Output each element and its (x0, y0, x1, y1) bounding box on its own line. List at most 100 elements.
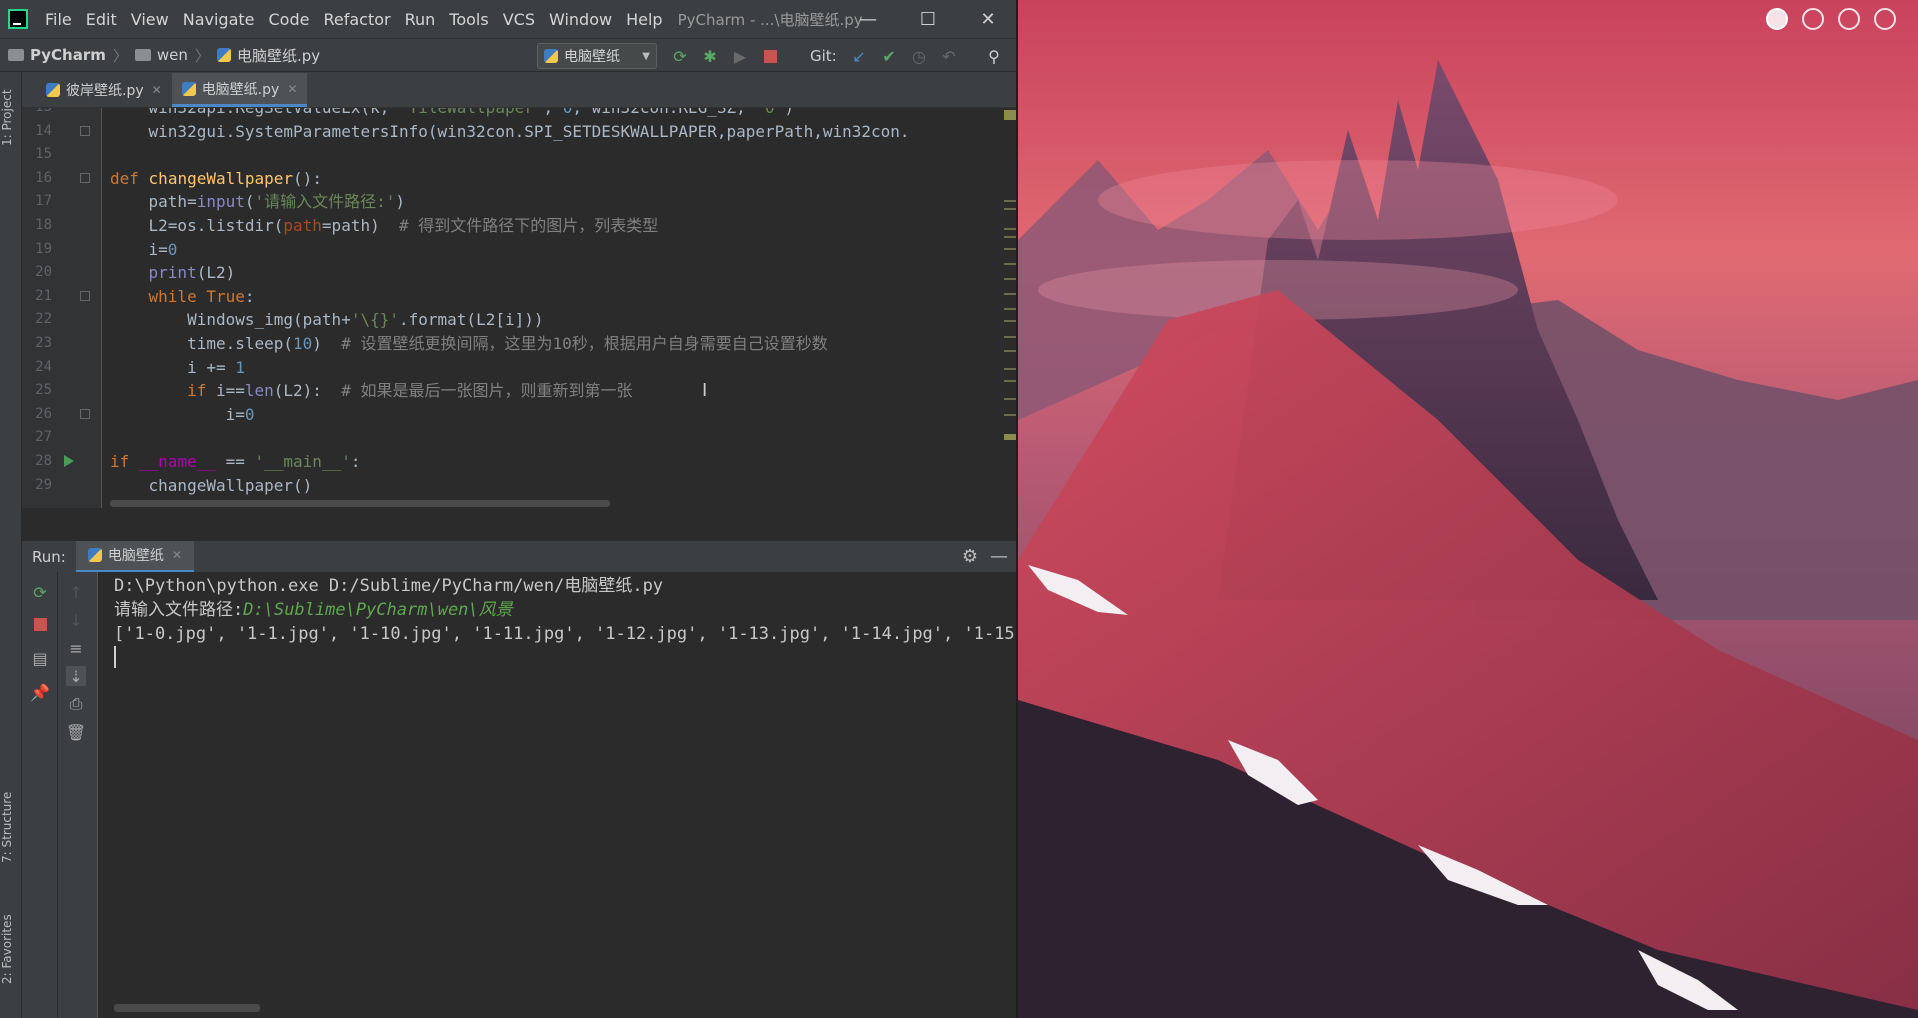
menu-run[interactable]: Run (398, 10, 443, 29)
breadcrumb-separator: 〉 (112, 46, 128, 65)
trash-icon[interactable]: 🗑 (66, 722, 86, 742)
pin-icon[interactable]: 📌 (30, 682, 50, 702)
close-icon[interactable]: ✕ (287, 82, 297, 96)
menu-file[interactable]: File (38, 10, 79, 29)
code-line-13[interactable]: 13 win32api.RegSetValueEx(k, 'TileWallpa… (22, 108, 1018, 120)
hide-panel-icon[interactable]: — (990, 546, 1008, 567)
tray-refresh-icon[interactable] (1802, 8, 1824, 30)
layout-icon[interactable]: ▤ (30, 648, 50, 668)
left-tool-stripe: 1: Project 7: Structure 2: Favorites (0, 72, 22, 1018)
breadcrumb-file[interactable]: 电脑壁纸.py (213, 45, 324, 66)
code-line-29[interactable]: 29 changeWallpaper() (22, 474, 1018, 498)
code-line-17[interactable]: 17 path=input('请输入文件路径:') (22, 190, 1018, 214)
code-line-24[interactable]: 24 i += 1 (22, 356, 1018, 380)
menu-edit[interactable]: Edit (79, 10, 124, 29)
console-output-line: ['1-0.jpg', '1-1.jpg', '1-10.jpg', '1-11… (114, 624, 1018, 644)
breadcrumb-project-label: PyCharm (30, 46, 106, 64)
menu-vcs[interactable]: VCS (496, 10, 542, 29)
code-line-20[interactable]: 20 print(L2) (22, 261, 1018, 285)
line-number: 27 (35, 429, 52, 446)
console-command-line: D:\Python\python.exe D:/Sublime/PyCharm/… (114, 576, 664, 596)
line-number: 25 (35, 382, 52, 399)
tab-bian-wallpaper[interactable]: 彼岸壁纸.py ✕ (36, 73, 172, 107)
code-line-14[interactable]: 14 win32gui.SystemParametersInfo(win32co… (22, 120, 1018, 144)
fold-marker-icon[interactable] (80, 125, 90, 136)
coverage-icon[interactable]: ▶ (731, 47, 749, 66)
code-line-19[interactable]: 19 i=0 (22, 238, 1018, 262)
run-toolbar-primary: ⟳ ▤ 📌 (22, 572, 58, 1018)
breadcrumb-project[interactable]: PyCharm (0, 46, 110, 64)
run-console[interactable]: D:\Python\python.exe D:/Sublime/PyCharm/… (98, 572, 1018, 1018)
scroll-down-icon[interactable]: ↓ (66, 610, 86, 630)
code-line-16[interactable]: 16 def changeWallpaper(): (22, 167, 1018, 191)
run-gutter-icon[interactable] (64, 455, 74, 467)
line-number: 14 (35, 122, 52, 139)
run-configuration-dropdown[interactable]: 电脑壁纸 ▼ (537, 43, 657, 69)
git-history-icon[interactable]: ◷ (910, 47, 928, 66)
close-icon[interactable]: ✕ (172, 548, 182, 562)
git-revert-icon[interactable]: ↶ (940, 47, 958, 66)
soft-wrap-icon[interactable]: ≡ (66, 638, 86, 658)
code-line-15[interactable]: 15 (22, 143, 1018, 167)
print-icon[interactable]: ⎙ (66, 694, 86, 714)
menu-help[interactable]: Help (619, 10, 669, 29)
fold-marker-icon[interactable] (80, 290, 90, 301)
run-configuration-label: 电脑壁纸 (564, 49, 620, 65)
code-text: win32gui.SystemParametersInfo(win32con.S… (110, 121, 910, 141)
run-panel-label: Run: (32, 547, 66, 566)
breadcrumb-separator: 〉 (194, 46, 210, 65)
code-line-25[interactable]: 25 if i==len(L2): # 如果是最后一张图片，则重新到第一张 (22, 379, 1018, 403)
close-button[interactable]: ✕ (958, 0, 1018, 38)
debug-icon[interactable]: ✱ (701, 47, 719, 66)
close-icon[interactable]: ✕ (152, 83, 162, 97)
line-number: 16 (35, 169, 52, 186)
search-icon[interactable]: ⚲ (985, 47, 1003, 66)
stop-icon[interactable] (761, 47, 779, 65)
tray-weibo-icon[interactable] (1874, 8, 1896, 30)
rerun-icon[interactable]: ⟳ (671, 47, 689, 66)
menu-bar: File Edit View Navigate Code Refactor Ru… (0, 0, 1018, 38)
fold-marker-icon[interactable] (80, 408, 90, 419)
breadcrumb-folder[interactable]: wen (131, 46, 192, 64)
code-line-26[interactable]: 26 i=0 (22, 403, 1018, 427)
fold-marker-icon[interactable] (80, 172, 90, 183)
code-editor[interactable]: 13 win32api.RegSetValueEx(k, 'TileWallpa… (22, 108, 1018, 508)
code-line-27[interactable]: 27 (22, 426, 1018, 450)
scroll-to-end-icon[interactable]: ⇣ (66, 666, 86, 686)
tray-pause-icon[interactable] (1838, 8, 1860, 30)
menu-code[interactable]: Code (262, 10, 317, 29)
favorites-tool-tab[interactable]: 2: Favorites (0, 902, 22, 997)
scroll-up-icon[interactable]: ↑ (66, 582, 86, 602)
project-tool-tab[interactable]: 1: Project (0, 78, 22, 158)
menu-tools[interactable]: Tools (442, 10, 495, 29)
editor-horizontal-scrollbar[interactable] (110, 500, 610, 507)
maximize-button[interactable]: ☐ (898, 0, 958, 38)
tray-app-icon[interactable] (1766, 8, 1788, 30)
menu-refactor[interactable]: Refactor (316, 10, 397, 29)
run-tab[interactable]: 电脑壁纸 ✕ (75, 540, 194, 573)
minimize-button[interactable]: — (838, 0, 898, 38)
code-line-28[interactable]: 28 if __name__ == '__main__': (22, 450, 1018, 474)
line-number: 17 (35, 193, 52, 210)
folder-icon (8, 49, 24, 61)
menu-navigate[interactable]: Navigate (176, 10, 262, 29)
code-line-23[interactable]: 23 time.sleep(10) # 设置壁纸更换间隔，这里为10秒，根据用户… (22, 332, 1018, 356)
code-line-22[interactable]: 22 Windows_img(path+'\{}'.format(L2[i])) (22, 308, 1018, 332)
structure-tool-tab[interactable]: 7: Structure (0, 782, 22, 872)
stop-icon[interactable] (30, 614, 50, 634)
code-line-21[interactable]: 21 while True: (22, 285, 1018, 309)
git-commit-icon[interactable]: ✔ (880, 47, 898, 66)
settings-gear-icon[interactable]: ⚙ (962, 546, 978, 567)
rerun-icon[interactable]: ⟳ (30, 582, 50, 602)
git-update-icon[interactable]: ↙ (850, 47, 868, 66)
code-line-18[interactable]: 18 L2=os.listdir(path=path) # 得到文件路径下的图片… (22, 214, 1018, 238)
menu-window[interactable]: Window (542, 10, 619, 29)
tab-desktop-wallpaper[interactable]: 电脑壁纸.py ✕ (171, 73, 308, 107)
code-text: path=input('请输入文件路径:') (110, 192, 406, 212)
code-text: i=0 (110, 404, 255, 424)
code-text: while True: (148, 286, 255, 306)
menu-view[interactable]: View (124, 10, 176, 29)
code-text: changeWallpaper() (110, 475, 313, 495)
console-prompt: 请输入文件路径: (114, 600, 244, 620)
console-horizontal-scrollbar[interactable] (114, 1004, 260, 1012)
